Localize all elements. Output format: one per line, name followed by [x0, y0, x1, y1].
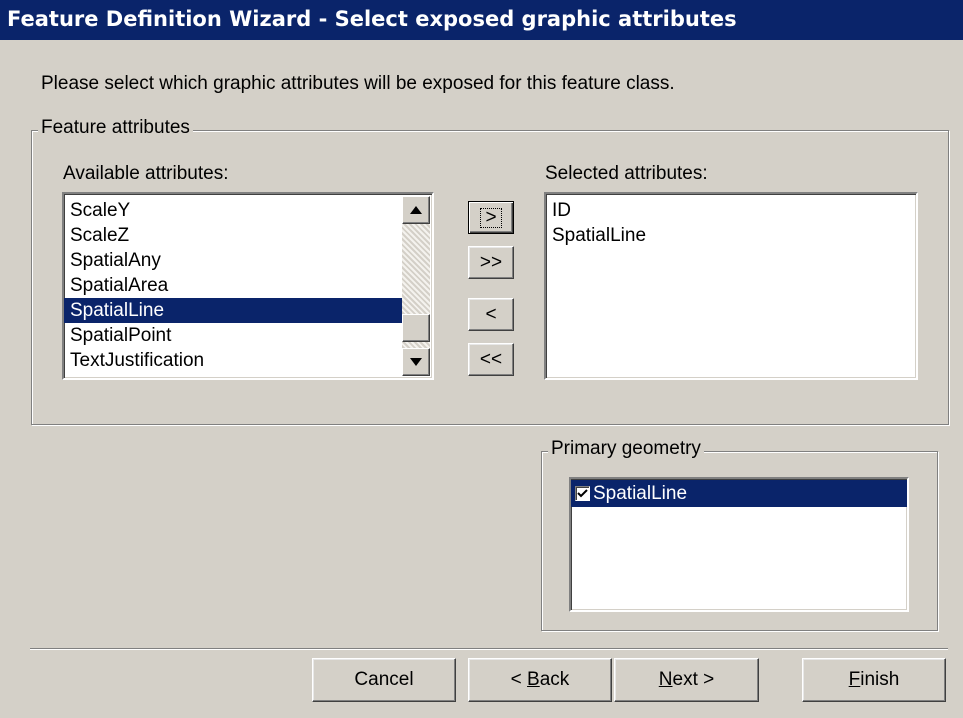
list-item[interactable]: ScaleZ	[64, 223, 432, 248]
primary-geometry-list[interactable]: SpatialLine	[569, 477, 909, 612]
cancel-button-label: Cancel	[354, 669, 414, 690]
primary-geometry-item[interactable]: SpatialLine	[571, 480, 907, 507]
instruction-text: Please select which graphic attributes w…	[41, 73, 675, 94]
available-list-scrollbar[interactable]	[402, 196, 430, 376]
list-item[interactable]: ID	[546, 198, 916, 223]
spatialline-checkbox[interactable]	[575, 486, 590, 502]
remove-button-label: <	[485, 303, 497, 325]
remove-all-button-label: <<	[479, 348, 503, 370]
selected-attributes-label: Selected attributes:	[545, 163, 708, 184]
list-item[interactable]: SpatialArea	[64, 273, 432, 298]
finish-button-label: Finish	[848, 669, 900, 690]
feature-attributes-legend: Feature attributes	[38, 117, 193, 139]
add-all-button[interactable]: >>	[468, 246, 514, 279]
triangle-up-icon	[410, 206, 422, 214]
list-item[interactable]: ScaleY	[64, 198, 432, 223]
cancel-button[interactable]: Cancel	[312, 658, 456, 702]
list-item[interactable]: SpatialPoint	[64, 323, 432, 348]
add-all-button-label: >>	[479, 251, 503, 273]
back-button-label: < Back	[510, 669, 570, 690]
back-button[interactable]: < Back	[468, 658, 612, 702]
scroll-down-button[interactable]	[402, 348, 430, 376]
next-button[interactable]: Next >	[614, 658, 759, 702]
available-attributes-list[interactable]: ScaleY ScaleZ SpatialAny SpatialArea Spa…	[62, 192, 434, 380]
add-button-label: >	[480, 207, 502, 228]
footer-separator	[30, 648, 948, 650]
list-item-selected[interactable]: SpatialLine	[64, 298, 402, 323]
next-button-label: Next >	[658, 669, 715, 690]
remove-button[interactable]: <	[468, 298, 514, 331]
remove-all-button[interactable]: <<	[468, 343, 514, 376]
primary-geometry-legend: Primary geometry	[548, 438, 704, 460]
triangle-down-icon	[410, 358, 422, 366]
scroll-up-button[interactable]	[402, 196, 430, 224]
add-button[interactable]: >	[468, 201, 514, 234]
window-title: Feature Definition Wizard - Select expos…	[7, 7, 737, 31]
list-item[interactable]: TextJustification	[64, 348, 432, 373]
list-item[interactable]: SpatialAny	[64, 248, 432, 273]
title-bar: Feature Definition Wizard - Select expos…	[0, 0, 963, 40]
scroll-thumb[interactable]	[402, 314, 430, 342]
finish-button[interactable]: Finish	[802, 658, 946, 702]
available-attributes-label: Available attributes:	[63, 163, 229, 184]
selected-attributes-list[interactable]: ID SpatialLine	[544, 192, 918, 380]
checkmark-icon	[577, 489, 588, 498]
primary-geometry-item-label: SpatialLine	[593, 483, 688, 504]
list-item[interactable]: SpatialLine	[546, 223, 916, 248]
